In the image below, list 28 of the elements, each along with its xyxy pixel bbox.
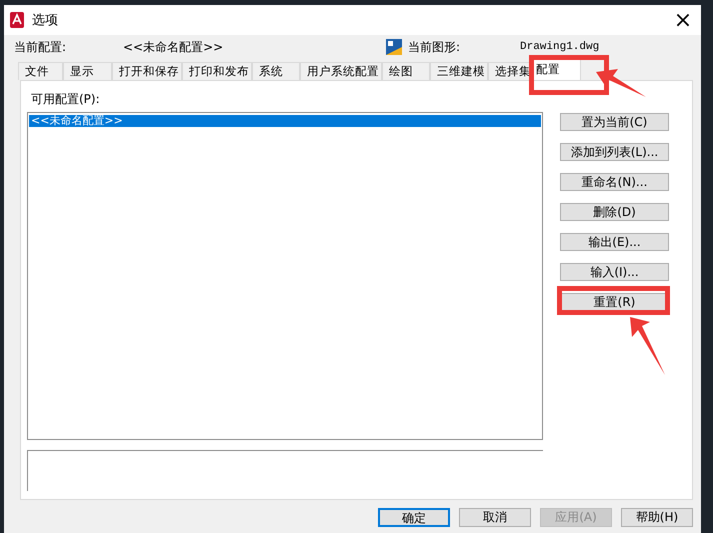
profile-action-button[interactable]: 输入(I)...	[560, 263, 669, 281]
tab[interactable]: 绘图	[382, 62, 430, 80]
profile-action-button[interactable]: 添加到列表(L)...	[560, 143, 669, 161]
close-button[interactable]: ×	[665, 5, 701, 35]
current-drawing-label: 当前图形:	[408, 38, 462, 56]
profile-action-button[interactable]: 删除(D)	[560, 203, 669, 221]
dialog-button[interactable]: 确定	[378, 508, 450, 527]
tab[interactable]: 三维建模	[430, 62, 488, 80]
profile-list-item[interactable]: <<未命名配置>>	[29, 115, 541, 127]
current-drawing-value: Drawing1.dwg	[520, 41, 600, 53]
current-profile-value: <<未命名配置>>	[123, 38, 224, 56]
app-logo-icon	[10, 12, 24, 28]
profile-action-button[interactable]: 置为当前(C)	[560, 113, 669, 131]
dialog-button[interactable]: 帮助(H)	[621, 508, 693, 527]
dialog-button[interactable]: 取消	[459, 508, 531, 527]
tab[interactable]: 文件	[18, 62, 63, 80]
tab[interactable]: 打印和发布	[182, 62, 252, 80]
current-profile-label: 当前配置:	[14, 38, 68, 56]
drawing-file-icon	[386, 39, 402, 55]
tab[interactable]: 用户系统配置	[300, 62, 382, 80]
profile-action-button[interactable]: 输出(E)...	[560, 233, 669, 251]
tab[interactable]: 选择集	[488, 62, 531, 80]
tab[interactable]: 系统	[252, 62, 300, 80]
window-title: 选项	[32, 12, 59, 29]
tab[interactable]: 打开和保存	[112, 62, 182, 80]
profile-action-button[interactable]: 重命名(N)...	[560, 173, 669, 191]
profiles-label: 可用配置(P):	[31, 91, 101, 107]
tab[interactable]: 显示	[63, 62, 112, 80]
